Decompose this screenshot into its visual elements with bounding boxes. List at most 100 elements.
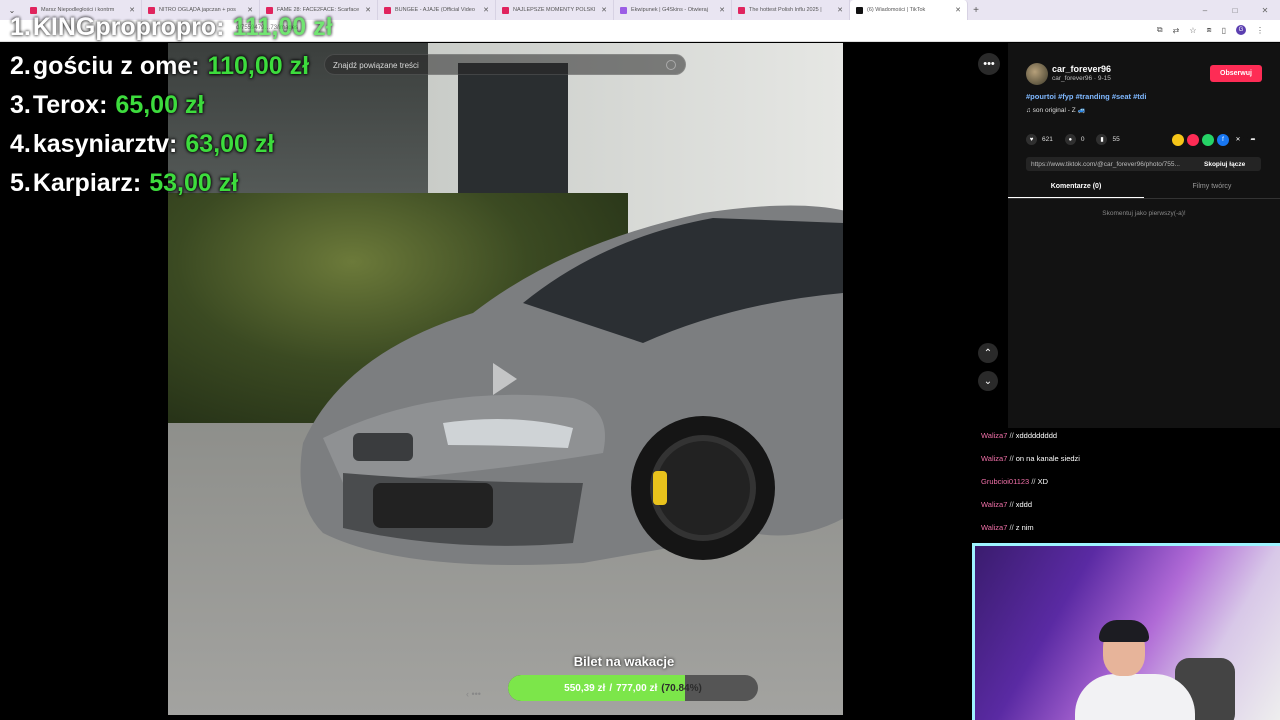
goal-separator: / bbox=[609, 682, 613, 694]
chat-text: z nim bbox=[1015, 523, 1034, 532]
sidebar-icon[interactable]: ▯ bbox=[1222, 26, 1226, 35]
tab-close-icon[interactable]: ✕ bbox=[719, 6, 725, 14]
browser-tab[interactable]: Ekwipunek | G4Skins - Otwieraj ✕ bbox=[614, 0, 732, 20]
extensions-icon[interactable]: ⧈ bbox=[1207, 25, 1212, 35]
leaderboard-rank: 2. bbox=[10, 52, 31, 80]
leaderboard-amount: 111,00 zł bbox=[232, 13, 333, 41]
goal-current: 550,39 zł bbox=[564, 682, 606, 694]
chat-nick[interactable]: Waliza7 bbox=[981, 431, 1007, 440]
chat-nick[interactable]: Waliza7 bbox=[981, 500, 1007, 509]
goal-progress-text: 550,39 zł / 777,00 zł (70.84%) bbox=[508, 675, 758, 701]
tab-close-icon[interactable]: ✕ bbox=[601, 6, 607, 14]
chat-separator: // bbox=[1007, 500, 1016, 509]
comment-stat[interactable]: ● 0 bbox=[1064, 134, 1085, 145]
tab-close-icon[interactable]: ✕ bbox=[955, 6, 961, 14]
leaderboard-rank: 4. bbox=[10, 130, 31, 158]
maximize-icon[interactable]: □ bbox=[1220, 6, 1250, 15]
related-search[interactable] bbox=[324, 54, 686, 75]
tab-close-icon[interactable]: ✕ bbox=[483, 6, 489, 14]
carousel-prev-icon[interactable]: ‹ ••• bbox=[466, 689, 481, 699]
leaderboard-rank: 5. bbox=[10, 169, 31, 197]
post-hashtags[interactable]: #pourtoi #fyp #tranding #seat #tdi bbox=[1026, 92, 1146, 101]
leaderboard-row: 4. kasyniarztv: 63,00 zł bbox=[10, 125, 333, 164]
post-link-box: https://www.tiktok.com/@car_forever96/ph… bbox=[1026, 157, 1261, 171]
leaderboard-rank: 1. bbox=[10, 13, 31, 41]
play-icon[interactable] bbox=[493, 363, 517, 395]
chat-text: xddddddddd bbox=[1015, 431, 1058, 440]
next-post-button[interactable]: ⌄ bbox=[978, 371, 998, 391]
goal-percent: (70.84%) bbox=[661, 682, 702, 694]
goal-target: 777,00 zł bbox=[616, 682, 658, 694]
browser-menu-icon[interactable]: ⋮ bbox=[1256, 26, 1264, 35]
browser-tab[interactable]: (6) Wiadomości | TikTok ✕ bbox=[850, 0, 968, 20]
leaderboard-row: 5. Karpiarz: 53,00 zł bbox=[10, 164, 333, 203]
search-icon[interactable] bbox=[666, 60, 676, 70]
donation-leaderboard: 1. KINGpropropro: 111,00 zł 2. gościu z ome:… bbox=[10, 8, 333, 203]
chat-text: on na kanale siedzi bbox=[1015, 454, 1080, 463]
chat-separator: // bbox=[1007, 431, 1016, 440]
leaderboard-amount: 63,00 zł bbox=[185, 130, 275, 158]
copy-link-button[interactable]: Skopiuj łącze bbox=[1204, 161, 1245, 168]
comment-count: 0 bbox=[1080, 136, 1085, 143]
leaderboard-amount: 53,00 zł bbox=[149, 169, 239, 197]
x-share-icon[interactable]: ✕ bbox=[1232, 134, 1244, 146]
new-tab-button[interactable]: + bbox=[968, 5, 984, 16]
leaderboard-name: Karpiarz: bbox=[32, 169, 142, 197]
like-stat[interactable]: ♥ 621 bbox=[1026, 134, 1053, 145]
goal-title: Bilet na wakacje bbox=[573, 654, 675, 669]
leaderboard-name: KINGpropropro: bbox=[32, 13, 225, 41]
tab-favicon-icon bbox=[620, 6, 627, 14]
creator-avatar[interactable] bbox=[1026, 63, 1048, 85]
bookmark-icon[interactable]: ▮ bbox=[1096, 134, 1108, 145]
post-music[interactable]: ♫ son original - Z 🚙 bbox=[1026, 106, 1086, 114]
chat-separator: // bbox=[1007, 454, 1016, 463]
chat-message: Waliza7 // xddd bbox=[981, 500, 1280, 523]
follow-button[interactable]: Obserwuj bbox=[1210, 65, 1262, 82]
creator-username[interactable]: car_forever96 bbox=[1052, 64, 1111, 74]
browser-tab[interactable]: The hottest Polish Influ 2025 | ✕ bbox=[732, 0, 850, 20]
save-stat[interactable]: ▮ 55 bbox=[1096, 134, 1120, 145]
minimize-icon[interactable]: – bbox=[1190, 6, 1220, 15]
chat-separator: // bbox=[1029, 477, 1038, 486]
comment-icon[interactable]: ● bbox=[1064, 134, 1076, 145]
post-details-panel: car_forever96 car_forever96 · 9-15 Obser… bbox=[1008, 43, 1280, 428]
leaderboard-row: 3. Terox: 65,00 zł bbox=[10, 86, 333, 125]
leaderboard-row: 2. gościu z ome: 110,00 zł bbox=[10, 47, 333, 86]
save-count: 55 bbox=[1112, 136, 1120, 143]
related-search-input[interactable] bbox=[333, 59, 653, 72]
tab-comments[interactable]: Komentarze (0) bbox=[1008, 179, 1144, 198]
tab-close-icon[interactable]: ✕ bbox=[837, 6, 843, 14]
close-window-icon[interactable]: ✕ bbox=[1250, 6, 1280, 15]
facebook-share-icon[interactable]: f bbox=[1217, 134, 1229, 146]
profile-avatar-icon[interactable]: G bbox=[1236, 25, 1246, 35]
browser-tab[interactable]: NAJLEPSZE MOMENTY POLSKI ✕ bbox=[496, 0, 614, 20]
chat-nick[interactable]: Waliza7 bbox=[981, 523, 1007, 532]
tab-close-icon[interactable]: ✕ bbox=[365, 6, 371, 14]
webcam-person-body bbox=[1075, 674, 1195, 720]
previous-post-button[interactable]: ⌃ bbox=[978, 343, 998, 363]
chat-nick[interactable]: Waliza7 bbox=[981, 454, 1007, 463]
send-share-icon[interactable] bbox=[1187, 134, 1199, 146]
cast-icon[interactable]: ⧉ bbox=[1157, 25, 1163, 35]
tab-favicon-icon bbox=[856, 6, 863, 14]
whatsapp-share-icon[interactable] bbox=[1202, 134, 1214, 146]
bookmark-star-icon[interactable]: ☆ bbox=[1189, 26, 1196, 35]
tab-title: (6) Wiadomości | TikTok bbox=[867, 7, 926, 13]
browser-tab[interactable]: BUNGEE - AJAJE (Official Video ✕ bbox=[378, 0, 496, 20]
webcam-headphones bbox=[1099, 620, 1149, 642]
more-options-button[interactable]: ••• bbox=[978, 53, 1000, 75]
tab-favicon-icon bbox=[384, 6, 391, 14]
translate-icon[interactable]: ⇄ bbox=[1173, 26, 1180, 35]
embed-share-icon[interactable] bbox=[1172, 134, 1184, 146]
leaderboard-name: gościu z ome: bbox=[32, 52, 200, 80]
heart-icon[interactable]: ♥ bbox=[1026, 134, 1037, 145]
chat-separator: // bbox=[1007, 523, 1016, 532]
tab-creator-videos[interactable]: Filmy twórcy bbox=[1144, 179, 1280, 198]
like-count: 621 bbox=[1042, 136, 1053, 143]
post-link-url[interactable]: https://www.tiktok.com/@car_forever96/ph… bbox=[1026, 161, 1204, 168]
more-share-icon[interactable]: ➦ bbox=[1247, 134, 1259, 146]
leaderboard-amount: 110,00 zł bbox=[207, 52, 310, 80]
goal-progress-bar: 550,39 zł / 777,00 zł (70.84%) bbox=[508, 675, 758, 701]
chat-message: Waliza7 // xddddddddd bbox=[981, 431, 1280, 454]
chat-nick[interactable]: Grubcioi01123 bbox=[981, 477, 1029, 486]
